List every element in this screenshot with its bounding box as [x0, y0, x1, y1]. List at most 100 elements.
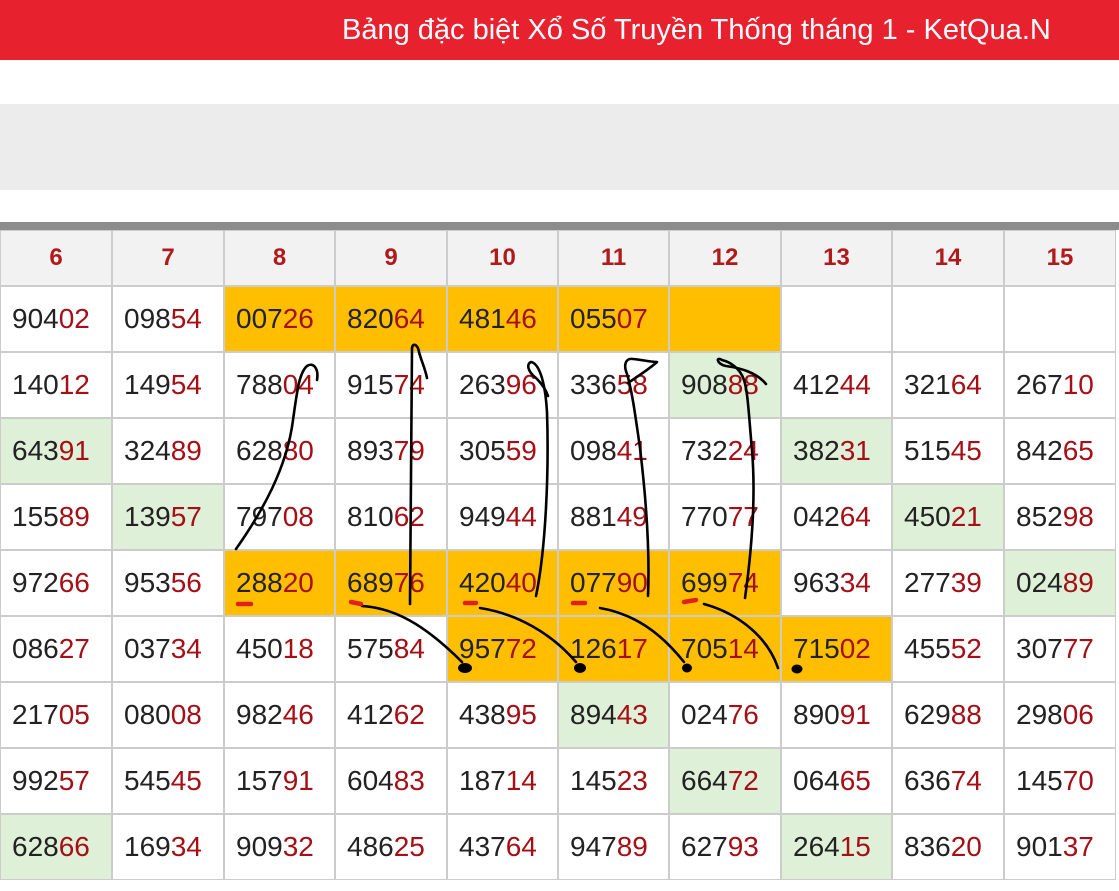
number-head: 169: [124, 831, 171, 862]
result-cell: 321 64: [892, 352, 1004, 418]
result-cell: 627 93: [669, 814, 781, 880]
number-head: 481: [459, 303, 506, 334]
number-head: 187: [459, 765, 506, 796]
column-header-14: 14: [892, 230, 1004, 286]
number-head: 145: [570, 765, 617, 796]
result-cell: 629 88: [892, 682, 1004, 748]
number-head: 604: [347, 765, 394, 796]
result-cell: 450 18: [224, 616, 335, 682]
result-cell: 689 76: [335, 550, 447, 616]
number-head: 450: [904, 501, 951, 532]
number-head: 881: [570, 501, 617, 532]
result-cell: 455 52: [892, 616, 1004, 682]
result-cell: 139 57: [112, 484, 224, 550]
number-head: 438: [459, 699, 506, 730]
result-cell: 972 66: [0, 550, 112, 616]
result-cell: [1004, 286, 1116, 352]
number-tail: 10: [1062, 369, 1094, 400]
column-header-7: 7: [112, 230, 224, 286]
result-cell: 810 62: [335, 484, 447, 550]
number-tail: 84: [393, 633, 425, 664]
result-cell: 064 65: [781, 748, 892, 814]
number-head: 982: [236, 699, 283, 730]
number-tail: 34: [170, 633, 202, 664]
result-cell: 437 64: [447, 814, 558, 880]
result-cell: 264 15: [781, 814, 892, 880]
result-cell: 486 25: [335, 814, 447, 880]
number-head: 890: [793, 699, 840, 730]
number-head: 412: [347, 699, 394, 730]
result-cell: 894 43: [558, 682, 669, 748]
number-tail: 06: [1062, 699, 1094, 730]
result-cell: 699 74: [669, 550, 781, 616]
number-tail: 64: [505, 831, 537, 862]
result-cell: 420 40: [447, 550, 558, 616]
result-cell: 336 58: [558, 352, 669, 418]
result-cell: 263 96: [447, 352, 558, 418]
number-tail: 72: [505, 633, 537, 664]
number-tail: 54: [170, 369, 202, 400]
number-head: 810: [347, 501, 394, 532]
number-head: 450: [236, 633, 283, 664]
number-tail: 77: [727, 501, 759, 532]
number-tail: 12: [58, 369, 90, 400]
number-tail: 91: [282, 765, 314, 796]
number-head: 699: [681, 567, 728, 598]
number-tail: 74: [950, 765, 982, 796]
number-tail: 05: [58, 699, 90, 730]
number-head: 705: [681, 633, 728, 664]
number-tail: 26: [282, 303, 314, 334]
number-tail: 74: [393, 369, 425, 400]
number-tail: 37: [1062, 831, 1094, 862]
result-cell: 450 21: [892, 484, 1004, 550]
number-tail: 39: [950, 567, 982, 598]
number-tail: 98: [1062, 501, 1094, 532]
result-cell: 288 20: [224, 550, 335, 616]
number-tail: 89: [616, 831, 648, 862]
number-tail: 91: [58, 435, 90, 466]
result-cell: 324 89: [112, 418, 224, 484]
number-tail: 08: [282, 501, 314, 532]
number-tail: 45: [170, 765, 202, 796]
number-tail: 18: [282, 633, 314, 664]
number-head: 324: [124, 435, 171, 466]
result-cell: 664 72: [669, 748, 781, 814]
number-tail: 56: [170, 567, 202, 598]
special-results-table: 6 7 8 9 10 11 12 13 14 15 904 02 098 54 007 26 820 64 481 4…: [0, 230, 1119, 891]
number-tail: 96: [505, 369, 537, 400]
number-tail: 65: [839, 765, 871, 796]
number-head: 098: [124, 303, 171, 334]
result-cell: 098 41: [558, 418, 669, 484]
number-tail: 44: [505, 501, 537, 532]
number-tail: 34: [170, 831, 202, 862]
result-cell: 481 46: [447, 286, 558, 352]
number-tail: 08: [170, 699, 202, 730]
number-head: 157: [236, 765, 283, 796]
number-head: 064: [793, 765, 840, 796]
number-head: 629: [904, 699, 951, 730]
result-cell: 788 04: [224, 352, 335, 418]
number-head: 055: [570, 303, 617, 334]
result-cell: 412 44: [781, 352, 892, 418]
number-head: 909: [236, 831, 283, 862]
result-cell: 901 37: [1004, 814, 1116, 880]
number-head: 037: [124, 633, 171, 664]
number-tail: 62: [393, 501, 425, 532]
result-cell: 412 62: [335, 682, 447, 748]
number-head: 024: [1016, 567, 1063, 598]
number-head: 953: [124, 567, 171, 598]
result-cell: 852 98: [1004, 484, 1116, 550]
number-head: 042: [793, 501, 840, 532]
number-tail: 64: [393, 303, 425, 334]
number-head: 627: [681, 831, 728, 862]
number-head: 901: [1016, 831, 1063, 862]
number-tail: 74: [727, 567, 759, 598]
result-cell: 908 88: [669, 352, 781, 418]
number-tail: 43: [616, 699, 648, 730]
number-head: 915: [347, 369, 394, 400]
result-cell: 217 05: [0, 682, 112, 748]
result-cell: 909 32: [224, 814, 335, 880]
number-head: 077: [570, 567, 617, 598]
result-cell: 126 17: [558, 616, 669, 682]
result-cell: 098 54: [112, 286, 224, 352]
